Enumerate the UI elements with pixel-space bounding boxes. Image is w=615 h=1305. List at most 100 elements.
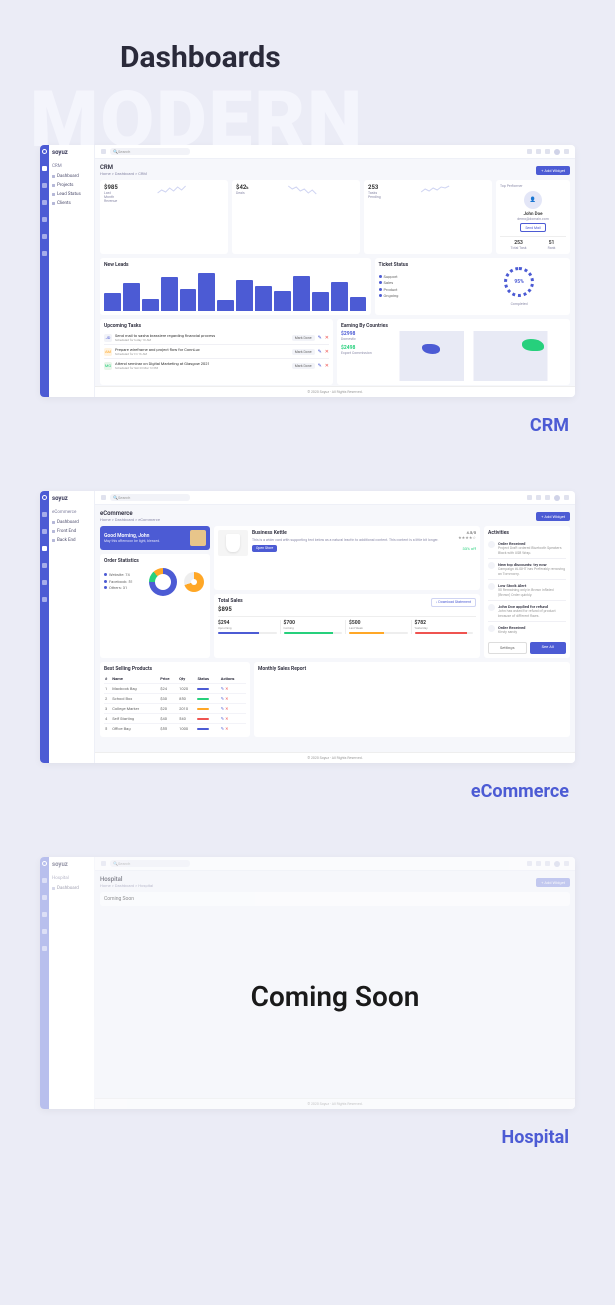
gear-icon[interactable]: [564, 495, 569, 500]
brand-logo[interactable]: soyuz: [52, 495, 91, 502]
logo-icon[interactable]: [42, 149, 47, 154]
table-row[interactable]: 3College Marker$202010✎ ✕: [104, 703, 246, 713]
activity-item[interactable]: Order ReceivedProject Draft ordered Blue…: [488, 538, 566, 559]
avatar[interactable]: [554, 495, 560, 501]
bell-icon[interactable]: [545, 861, 550, 866]
rail-item[interactable]: [42, 512, 47, 517]
delete-icon[interactable]: ✕: [225, 706, 228, 711]
side-item[interactable]: Dashboard: [52, 518, 91, 527]
rail-item[interactable]: [42, 597, 47, 602]
mark-done-button[interactable]: Mark Done: [292, 363, 315, 369]
logo-icon[interactable]: [42, 495, 47, 500]
brand-logo[interactable]: soyuz: [52, 861, 91, 868]
task-row[interactable]: MGAttend seminar on Digital Marketing at…: [104, 359, 329, 372]
grid-icon[interactable]: [527, 149, 532, 154]
side-item[interactable]: Dashboard: [52, 172, 91, 181]
table-row[interactable]: 1Macbook Bag$241020✎ ✕: [104, 683, 246, 693]
edit-icon[interactable]: ✎: [221, 696, 224, 701]
activity-item[interactable]: John Doe applied for refundJohn has aske…: [488, 601, 566, 622]
menu-icon[interactable]: [101, 149, 106, 154]
side-item[interactable]: Dashboard: [52, 884, 91, 893]
edit-icon[interactable]: ✎: [318, 335, 322, 341]
side-item[interactable]: Clients: [52, 199, 91, 208]
side-item[interactable]: Lead Status: [52, 190, 91, 199]
grid-icon[interactable]: [527, 861, 532, 866]
edit-icon[interactable]: ✎: [318, 349, 322, 355]
bell-icon[interactable]: [545, 495, 550, 500]
edit-icon[interactable]: ✎: [221, 716, 224, 721]
flag-icon[interactable]: [536, 495, 541, 500]
see-all-button[interactable]: See All: [530, 642, 567, 654]
delete-icon[interactable]: ✕: [225, 696, 228, 701]
menu-icon[interactable]: [101, 495, 106, 500]
flag-icon[interactable]: [536, 149, 541, 154]
send-mail-button[interactable]: Send Mail: [520, 223, 545, 232]
task-row[interactable]: AMPrepare wireframe and project flow for…: [104, 345, 329, 359]
gear-icon[interactable]: [564, 861, 569, 866]
rail-item[interactable]: [42, 580, 47, 585]
add-widget-button[interactable]: + Add Widget: [536, 512, 570, 521]
table-row[interactable]: 2School Box$30850✎ ✕: [104, 693, 246, 703]
rail-item[interactable]: [42, 912, 47, 917]
rail-item[interactable]: [42, 217, 47, 222]
download-button[interactable]: ↓ Download Statement: [431, 598, 476, 607]
avatar[interactable]: [554, 149, 560, 155]
delete-icon[interactable]: ✕: [325, 349, 329, 355]
side-item[interactable]: Back End: [52, 536, 91, 545]
brand-logo[interactable]: soyuz: [52, 149, 91, 156]
new-leads-card: New Leads: [100, 258, 371, 315]
search-input[interactable]: 🔍 Search: [110, 860, 190, 867]
delete-icon[interactable]: ✕: [225, 716, 228, 721]
mark-done-button[interactable]: Mark Done: [292, 349, 315, 355]
edit-icon[interactable]: ✎: [221, 726, 224, 731]
menu-icon[interactable]: [101, 861, 106, 866]
delete-icon[interactable]: ✕: [325, 363, 329, 369]
settings-button[interactable]: Settings: [488, 642, 527, 654]
rail-item[interactable]: [42, 166, 47, 171]
rail-item[interactable]: [42, 234, 47, 239]
rail-item[interactable]: [42, 529, 47, 534]
rail-item[interactable]: [42, 946, 47, 951]
rail-item[interactable]: [42, 251, 47, 256]
activity-item[interactable]: Low Stock Alert50 Remaining only in Brow…: [488, 580, 566, 601]
flag-icon[interactable]: [536, 861, 541, 866]
stat-card: $42kDeals: [232, 180, 360, 254]
grouped-bar-chart: [258, 675, 566, 725]
rail-item[interactable]: [42, 546, 47, 551]
gear-icon[interactable]: [564, 149, 569, 154]
rail-item[interactable]: [42, 929, 47, 934]
add-widget-button[interactable]: + Add Widget: [536, 878, 570, 887]
logo-icon[interactable]: [42, 861, 47, 866]
delete-icon[interactable]: ✕: [225, 726, 228, 731]
ticket-status-card: Ticket Status Support Sales Product Ongo…: [375, 258, 571, 315]
rail-item[interactable]: [42, 895, 47, 900]
search-input[interactable]: 🔍 Search: [110, 494, 190, 501]
side-header: CRM: [52, 164, 91, 169]
alert-icon: [488, 583, 495, 590]
edit-icon[interactable]: ✎: [221, 706, 224, 711]
avatar[interactable]: [554, 861, 560, 867]
table-row[interactable]: 5Office Bag$551000✎ ✕: [104, 723, 246, 733]
search-input[interactable]: 🔍 Search: [110, 148, 190, 155]
side-item[interactable]: Front End: [52, 527, 91, 536]
side-item[interactable]: Projects: [52, 181, 91, 190]
add-widget-button[interactable]: + Add Widget: [536, 166, 570, 175]
edit-icon[interactable]: ✎: [221, 686, 224, 691]
rail-item[interactable]: [42, 183, 47, 188]
delete-icon[interactable]: ✕: [225, 686, 228, 691]
activity-item[interactable]: New top discounts: try nowCampaign #LIGH…: [488, 559, 566, 580]
activity-item[interactable]: Order ReceivedKirsty sandy: [488, 622, 566, 638]
screenshot-label-crm: CRM: [40, 415, 575, 436]
task-row[interactable]: JDSend mail to sasha brassiere regarding…: [104, 331, 329, 345]
rail-item[interactable]: [42, 200, 47, 205]
open-store-button[interactable]: Open Store: [252, 545, 277, 552]
rail-item[interactable]: [42, 563, 47, 568]
grid-icon[interactable]: [527, 495, 532, 500]
table-row[interactable]: 4Self Starting$40540✎ ✕: [104, 713, 246, 723]
hosp-screenshot: soyuz Hospital Dashboard 🔍 Search Hospit…: [40, 857, 575, 1109]
bell-icon[interactable]: [545, 149, 550, 154]
edit-icon[interactable]: ✎: [318, 363, 322, 369]
mark-done-button[interactable]: Mark Done: [292, 335, 315, 341]
delete-icon[interactable]: ✕: [325, 335, 329, 341]
rail-item[interactable]: [42, 878, 47, 883]
